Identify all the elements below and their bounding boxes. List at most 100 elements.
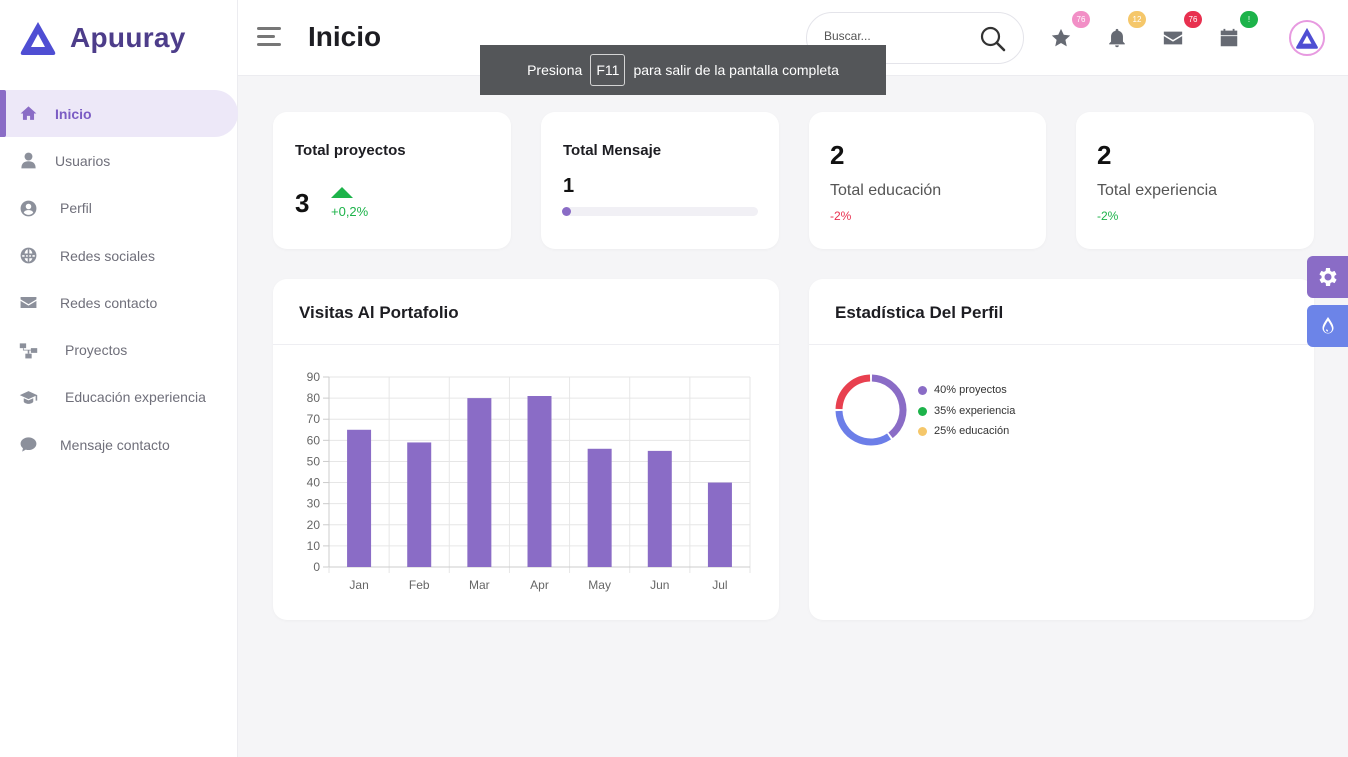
y-tick-label: 20 bbox=[307, 518, 321, 532]
bar-feb[interactable] bbox=[407, 442, 432, 567]
sidebar-nav: Inicio Usuarios Perfil Redes sociales Re… bbox=[0, 90, 238, 468]
sidebar-item-label: Usuarios bbox=[55, 152, 111, 169]
donut-slice-1[interactable] bbox=[871, 374, 907, 439]
legend-item: 35% experiencia bbox=[918, 405, 1015, 417]
graduation-cap-icon bbox=[17, 386, 39, 408]
sidebar-item-usuarios[interactable]: Usuarios bbox=[0, 137, 238, 184]
settings-button[interactable] bbox=[1307, 256, 1348, 298]
sitemap-icon bbox=[17, 339, 39, 361]
bar-jul[interactable] bbox=[707, 482, 732, 567]
sidebar-item-mensaje-contacto[interactable]: Mensaje contacto bbox=[0, 421, 238, 468]
user-circle-icon bbox=[17, 197, 39, 219]
search-icon[interactable] bbox=[979, 25, 1007, 53]
legend-dot bbox=[918, 385, 927, 395]
x-tick-label: Mar bbox=[469, 578, 490, 592]
stat-change: -2% bbox=[830, 209, 852, 223]
star-icon[interactable]: 76 bbox=[1050, 11, 1090, 49]
y-tick-label: 90 bbox=[307, 370, 321, 384]
droplet-icon bbox=[1322, 317, 1333, 334]
x-tick-label: Apr bbox=[530, 578, 549, 592]
menu-toggle-icon[interactable] bbox=[257, 27, 281, 47]
mail-icon[interactable]: 76 bbox=[1162, 11, 1202, 49]
sidebar: Apuuray Inicio Usuarios Perfil Redes soc… bbox=[0, 0, 238, 757]
visits-bar-chart: 0 10 20 30 40 50 60 70 80 90 Jan Feb Mar Apr May Jun Jul bbox=[307, 370, 751, 592]
profile-stats-panel: Estadística Del Perfil bbox=[809, 279, 1314, 620]
sidebar-item-proyectos[interactable]: Proyectos bbox=[0, 326, 238, 373]
bar-apr[interactable] bbox=[527, 396, 552, 567]
sidebar-item-redes-contacto[interactable]: Redes contacto bbox=[0, 279, 238, 326]
mail-badge: 76 bbox=[1184, 11, 1202, 28]
stat-title: Total proyectos bbox=[295, 142, 406, 159]
fullscreen-toast: Presiona F11 para salir de la pantalla c… bbox=[480, 45, 886, 95]
avatar[interactable] bbox=[1289, 20, 1325, 56]
sidebar-item-redes-sociales[interactable]: Redes sociales bbox=[0, 232, 238, 279]
stat-label: Total educación bbox=[830, 182, 942, 199]
envelope-icon bbox=[17, 292, 39, 314]
stat-value: 1 bbox=[563, 175, 575, 197]
legend-label: 40% proyectos bbox=[934, 384, 1007, 396]
stat-title: Total Mensaje bbox=[563, 142, 662, 159]
home-icon bbox=[17, 103, 39, 125]
sidebar-item-educacion-experiencia[interactable]: Educación experiencia bbox=[0, 374, 238, 421]
sidebar-item-label: Perfil bbox=[60, 200, 92, 217]
progress-fill bbox=[562, 207, 571, 216]
legend-item: 40% proyectos bbox=[918, 384, 1007, 396]
legend-label: 25% educación bbox=[934, 425, 1010, 437]
stat-card-messages: Total Mensaje 1 bbox=[541, 112, 779, 249]
caret-up-icon bbox=[331, 187, 353, 198]
profile-donut-chart bbox=[835, 374, 907, 446]
y-tick-label: 40 bbox=[307, 476, 321, 490]
sidebar-item-label: Mensaje contacto bbox=[60, 436, 170, 453]
theme-button[interactable] bbox=[1307, 305, 1348, 347]
sidebar-item-perfil[interactable]: Perfil bbox=[0, 185, 238, 232]
sidebar-item-label: Redes contacto bbox=[60, 294, 158, 311]
y-tick-label: 80 bbox=[307, 391, 321, 405]
stat-change: -2% bbox=[1097, 209, 1119, 223]
bar-jun[interactable] bbox=[647, 450, 672, 567]
bar-may[interactable] bbox=[587, 448, 612, 567]
y-tick-label: 50 bbox=[307, 454, 321, 468]
legend-dot bbox=[918, 406, 927, 416]
y-tick-label: 60 bbox=[307, 433, 321, 447]
calendar-icon[interactable]: ! bbox=[1218, 11, 1258, 49]
sidebar-item-inicio[interactable]: Inicio bbox=[0, 90, 238, 138]
x-tick-label: Feb bbox=[409, 578, 430, 592]
x-tick-label: May bbox=[588, 578, 611, 592]
legend-item: 25% educación bbox=[918, 425, 1009, 437]
stat-card-experience: 2 Total experiencia -2% bbox=[1076, 112, 1314, 249]
stat-value: 2 bbox=[1097, 140, 1112, 170]
bell-badge: 12 bbox=[1128, 11, 1146, 28]
avatar-logo-icon bbox=[1296, 27, 1318, 49]
y-tick-label: 0 bbox=[313, 560, 320, 574]
sidebar-item-label: Inicio bbox=[55, 105, 92, 122]
sidebar-item-label: Proyectos bbox=[65, 342, 128, 359]
page-title: Inicio bbox=[308, 21, 382, 52]
y-tick-label: 10 bbox=[307, 539, 321, 553]
toast-text-after: para salir de la pantalla completa bbox=[633, 62, 839, 78]
stat-value: 3 bbox=[295, 188, 310, 218]
logo-icon bbox=[20, 22, 56, 55]
bar-mar[interactable] bbox=[467, 398, 492, 567]
search-input[interactable] bbox=[824, 29, 964, 43]
stat-change: +0,2% bbox=[331, 204, 369, 219]
brand-name: Apuuray bbox=[70, 22, 186, 53]
donut-slice-2[interactable] bbox=[835, 410, 891, 446]
globe-icon bbox=[17, 245, 39, 267]
donut-slice-3[interactable] bbox=[835, 374, 871, 410]
toast-text-before: Presiona bbox=[527, 62, 583, 78]
sidebar-item-label: Redes sociales bbox=[60, 247, 155, 264]
visits-panel: Visitas Al Portafolio 0 10 20 30 40 50 60 70 80 9… bbox=[273, 279, 779, 620]
x-tick-label: Jun bbox=[650, 578, 669, 592]
calendar-badge: ! bbox=[1240, 11, 1258, 28]
y-tick-label: 70 bbox=[307, 412, 321, 426]
comment-icon bbox=[17, 434, 39, 456]
bar-jan[interactable] bbox=[347, 429, 372, 567]
brand-logo[interactable]: Apuuray bbox=[18, 18, 186, 58]
bell-icon[interactable]: 12 bbox=[1106, 11, 1146, 49]
stat-card-projects: Total proyectos 3 +0,2% bbox=[273, 112, 511, 249]
stat-card-education: 2 Total educación -2% bbox=[809, 112, 1046, 249]
stat-value: 2 bbox=[830, 140, 845, 170]
user-icon bbox=[17, 150, 39, 172]
sidebar-item-label: Educación experiencia bbox=[65, 389, 206, 406]
x-tick-label: Jul bbox=[712, 578, 727, 592]
